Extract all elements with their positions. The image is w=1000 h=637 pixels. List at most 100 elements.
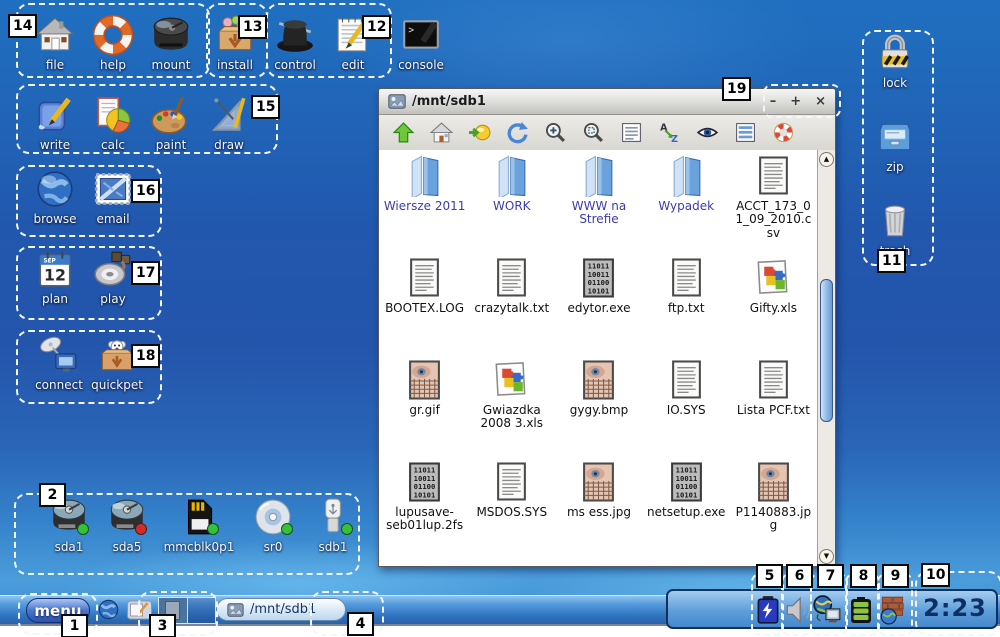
file-item[interactable]: Gifty.xls — [730, 255, 817, 357]
callout-12: 12 — [362, 15, 391, 39]
svg-text:Z: Z — [671, 134, 678, 144]
file-item[interactable]: ftp.txt — [643, 255, 730, 357]
callout-6: 6 — [786, 564, 813, 588]
clock[interactable]: 2:23 — [916, 594, 994, 622]
file-item[interactable]: Gwiazdka 2008 3.xls — [468, 357, 555, 459]
desktop-icon-zip[interactable]: zip — [864, 116, 926, 174]
window-titlebar[interactable]: /mnt/sdb1 – + × — [379, 89, 835, 115]
file-item[interactable]: ACCT_173_01_09_2010.csv — [730, 153, 817, 255]
file-name: crazytalk.txt — [474, 302, 549, 315]
file-item[interactable]: MSDOS.SYS — [468, 459, 555, 561]
callout-11: 11 — [877, 249, 906, 273]
toolbar-show-hidden-icon[interactable] — [696, 121, 719, 144]
desktop-icon-label: help — [100, 58, 126, 72]
close-button[interactable]: × — [815, 92, 826, 112]
file-item[interactable]: WORK — [468, 153, 555, 255]
file-name: ftp.txt — [668, 302, 705, 315]
file-item[interactable]: 11011100110110010101netsetup.exe — [643, 459, 730, 561]
toolbar-sort-az-icon[interactable]: AZ — [658, 121, 681, 144]
scrollbar-thumb[interactable] — [820, 279, 833, 422]
toolbar-go-icon[interactable] — [468, 121, 491, 144]
file-item[interactable]: WWW na Strefie — [555, 153, 642, 255]
file-item[interactable]: crazytalk.txt — [468, 255, 555, 357]
file-name: ms ess.jpg — [567, 506, 631, 519]
mount-status-led-green — [341, 523, 353, 535]
desktop-icon-label: sr0 — [264, 540, 283, 554]
file-item[interactable]: ms ess.jpg — [555, 459, 642, 561]
system-tray: 2:23 — [666, 589, 998, 629]
desktop-icon-control[interactable]: control — [266, 14, 324, 72]
file-item[interactable]: Wiersze 2011 — [381, 153, 468, 255]
desktop-icon-sdb1[interactable]: sdb1 — [304, 496, 362, 554]
file-name: Gwiazdka 2008 3.xls — [471, 404, 553, 431]
desktop-icon-browse[interactable]: browse — [26, 168, 84, 226]
file-manager-window: /mnt/sdb1 – + × AZ Wiersze 2011WORKWWW n… — [378, 88, 836, 567]
scroll-down-icon[interactable]: ▼ — [819, 549, 834, 564]
file-item[interactable]: BOOTEX.LOG — [381, 255, 468, 357]
file-item[interactable]: Lista PCF.txt — [730, 357, 817, 459]
binary-file-icon: 11011100110110010101 — [406, 461, 443, 503]
text-file-icon — [668, 257, 705, 299]
desktop-icon-label: lock — [883, 76, 907, 90]
image-file-icon — [580, 461, 617, 503]
task-button[interactable]: /mnt/sdb1 — [216, 598, 346, 621]
mount-status-led-green — [281, 523, 293, 535]
drawer-icon — [874, 116, 916, 158]
scroll-up-icon[interactable]: ▲ — [819, 152, 834, 167]
toolbar-help-icon[interactable] — [772, 121, 795, 144]
desktop-icon-lock[interactable]: lock — [864, 32, 926, 90]
desktop-icon-plan[interactable]: SEP12plan — [26, 248, 84, 306]
desktop-icon-console[interactable]: >console — [392, 14, 450, 72]
file-name: Lista PCF.txt — [737, 404, 810, 417]
toolbar-home-icon[interactable] — [430, 121, 453, 144]
desktop-icon-sr0[interactable]: sr0 — [242, 496, 304, 554]
tray-network-icon[interactable] — [811, 595, 843, 625]
file-name: BOOTEX.LOG — [385, 302, 464, 315]
file-name: gygy.bmp — [570, 404, 628, 417]
desktop-icon-mmcblk0p1[interactable]: mmcblk0p1 — [156, 496, 242, 554]
desktop-group-console: >console — [392, 14, 450, 72]
desktop-icon-calc[interactable]: calc — [84, 94, 142, 152]
desktop-icon-sda5[interactable]: sda5 — [98, 496, 156, 554]
desktop-icon-connect[interactable]: connect — [30, 334, 88, 392]
svg-text:SEP: SEP — [43, 259, 55, 265]
desktop-icon-paint[interactable]: paint — [142, 94, 200, 152]
vertical-scrollbar[interactable]: ▲ ▼ — [817, 150, 835, 566]
text-file-icon — [755, 155, 792, 197]
tray-charge-level-icon[interactable] — [848, 595, 874, 625]
satellite-icon — [38, 334, 80, 376]
toolbar-zoom-in-icon[interactable] — [544, 121, 567, 144]
desktop-group-file-help-mount: file help mount — [26, 14, 200, 72]
stamp-icon — [92, 168, 134, 210]
file-name: Wypadek — [658, 200, 714, 213]
tray-firewall-icon[interactable] — [878, 595, 908, 625]
minimize-button[interactable]: – — [770, 92, 777, 112]
desktop-icon-draw[interactable]: draw — [200, 94, 258, 152]
toolbar-refresh-icon[interactable] — [506, 121, 529, 144]
desktop-icon-write[interactable]: write — [26, 94, 84, 152]
toolbar-zoom-out-icon[interactable] — [582, 121, 605, 144]
toolbar-up-icon[interactable] — [392, 121, 415, 144]
file-name: Wiersze 2011 — [384, 200, 466, 213]
desktop-group-write-calc-paint-draw: write calc paint draw — [26, 94, 258, 152]
desktop-icon-label: calc — [101, 138, 125, 152]
file-item[interactable]: 11011100110110010101edytor.exe — [555, 255, 642, 357]
workspace-2[interactable] — [187, 598, 216, 623]
file-item[interactable]: gygy.bmp — [555, 357, 642, 459]
file-item[interactable]: IO.SYS — [643, 357, 730, 459]
toolbar-list-view-icon[interactable] — [620, 121, 643, 144]
file-item[interactable]: P1140883.jpg — [730, 459, 817, 561]
network-globe-icon[interactable] — [97, 598, 120, 621]
toolbar-details-icon[interactable] — [734, 121, 757, 144]
tray-volume-icon[interactable] — [784, 595, 812, 625]
file-item[interactable]: gr.gif — [381, 357, 468, 459]
callout-10: 10 — [921, 563, 950, 587]
file-item[interactable]: 11011100110110010101lupusave-seb01lup.2f… — [381, 459, 468, 561]
desktop-icon-label: file — [46, 58, 64, 72]
desktop-icon-mount[interactable]: mount — [142, 14, 200, 72]
file-item[interactable]: Wypadek — [643, 153, 730, 255]
desktop-icon-help[interactable]: help — [84, 14, 142, 72]
maximize-button[interactable]: + — [790, 92, 801, 112]
desktop-icon-label: paint — [156, 138, 187, 152]
tray-battery-icon[interactable] — [754, 595, 782, 625]
